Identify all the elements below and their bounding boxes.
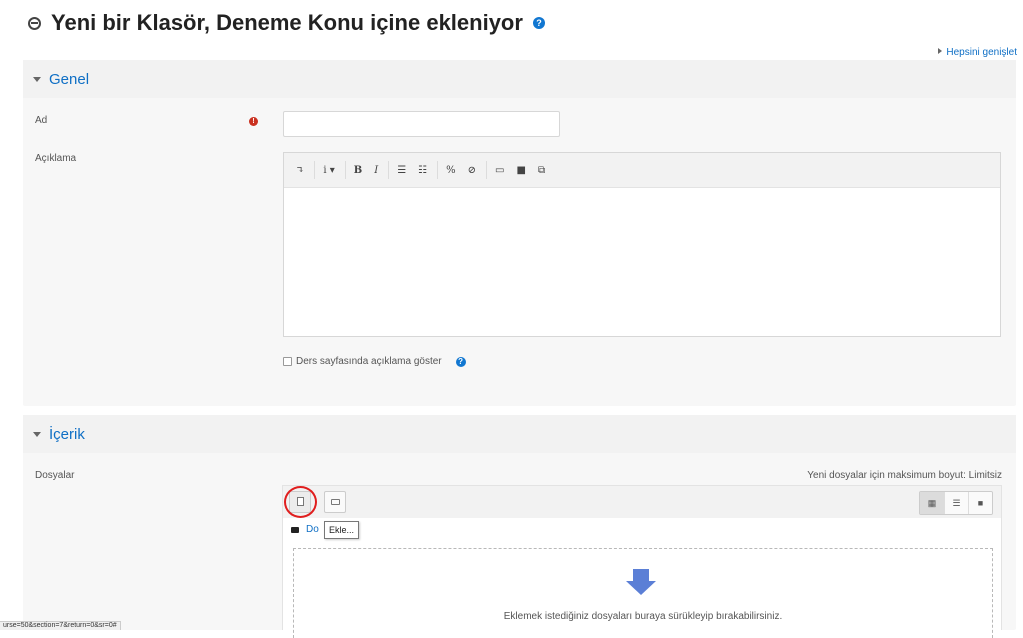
- toolbar-separator: [437, 161, 439, 179]
- unlink-button[interactable]: ⊘: [464, 165, 480, 176]
- create-folder-button[interactable]: [324, 491, 346, 513]
- aciklama-label: Açıklama: [35, 153, 77, 164]
- required-icon: !: [249, 117, 258, 126]
- page-title-text: Yeni bir Klasör, Deneme Konu içine eklen…: [51, 10, 523, 35]
- file-picker-toolbar: ▦ ☰ ■: [283, 486, 1001, 518]
- triangle-right-icon: [938, 48, 943, 54]
- drop-instructions: Eklemek istediğiniz dosyaları buraya sür…: [503, 611, 783, 622]
- dosyalar-label: Dosyalar: [35, 470, 75, 481]
- view-switcher: ▦ ☰ ■: [919, 491, 993, 515]
- description-editor[interactable]: ↴ i ▾ B I ☰ ☷ % ⊘ ▭ ■ ⧉: [283, 152, 1001, 337]
- path-label[interactable]: Do: [306, 524, 319, 535]
- folder-icon: [331, 499, 340, 505]
- legend-genel[interactable]: Genel: [23, 60, 1016, 98]
- toolbar-toggle-button[interactable]: ↴: [292, 165, 308, 176]
- legend-genel-label: Genel: [49, 70, 90, 88]
- toolbar-separator: [388, 161, 390, 179]
- status-url: urse=50&section=7&return=0&sr=0#: [0, 621, 121, 630]
- download-arrow-head: [626, 581, 656, 595]
- show-description-row: Ders sayfasında açıklama göster ?: [283, 356, 466, 367]
- link-button[interactable]: %: [442, 165, 460, 176]
- download-arrow-icon: [633, 569, 649, 581]
- legend-icerik[interactable]: İçerik: [23, 415, 1016, 453]
- fieldset-icerik: İçerik Dosyalar Yeni dosyalar için maksi…: [23, 415, 1016, 638]
- page-title: Yeni bir Klasör, Deneme Konu içine eklen…: [28, 10, 545, 36]
- unordered-list-button[interactable]: ☰: [393, 165, 410, 176]
- italic-button[interactable]: I: [370, 165, 382, 176]
- media-button[interactable]: ■: [513, 165, 530, 176]
- ordered-list-button[interactable]: ☷: [414, 165, 431, 176]
- add-tooltip: Ekle...: [324, 521, 360, 539]
- editor-toolbar: ↴ i ▾ B I ☰ ☷ % ⊘ ▭ ■ ⧉: [284, 153, 1000, 188]
- paragraph-style-button[interactable]: i ▾: [319, 165, 338, 176]
- chevron-down-icon: [33, 76, 41, 82]
- toolbar-separator: [314, 161, 316, 179]
- name-input[interactable]: [283, 111, 560, 137]
- legend-icerik-label: İçerik: [49, 425, 85, 443]
- image-button[interactable]: ▭: [491, 165, 508, 176]
- folder-icon: [291, 526, 299, 533]
- file-picker: ▦ ☰ ■ Do Ekle... Eklemek istediğiniz dos…: [282, 485, 1002, 638]
- fieldset-genel: Genel Ad ! Açıklama ↴ i ▾ B I ☰ ☷ % ⊘ ▭ …: [23, 60, 1016, 406]
- folder-collapse-icon: [28, 16, 41, 30]
- toolbar-separator: [486, 161, 488, 179]
- question-circle-icon[interactable]: ?: [532, 17, 545, 29]
- show-description-label[interactable]: Ders sayfasında açıklama göster: [296, 356, 442, 367]
- toolbar-separator: [344, 161, 346, 179]
- path-breadcrumb[interactable]: Do: [291, 524, 319, 535]
- chevron-down-icon: [33, 431, 41, 437]
- expand-all-link[interactable]: Hepsini genişlet: [938, 47, 1017, 58]
- show-description-checkbox[interactable]: [283, 357, 292, 366]
- manage-files-button[interactable]: ⧉: [534, 165, 549, 176]
- icon-view-button[interactable]: ▦: [920, 492, 944, 514]
- ad-label: Ad: [35, 115, 48, 126]
- file-dropzone[interactable]: Eklemek istediğiniz dosyaları buraya sür…: [293, 548, 993, 638]
- expand-all-label: Hepsini genişlet: [946, 47, 1017, 58]
- tree-view-button[interactable]: ■: [968, 492, 992, 514]
- question-circle-icon[interactable]: ?: [455, 356, 466, 367]
- list-view-button[interactable]: ☰: [944, 492, 968, 514]
- max-size-text: Yeni dosyalar için maksimum boyut: Limit…: [807, 470, 1002, 481]
- highlight-circle: [284, 486, 317, 518]
- bold-button[interactable]: B: [350, 165, 366, 176]
